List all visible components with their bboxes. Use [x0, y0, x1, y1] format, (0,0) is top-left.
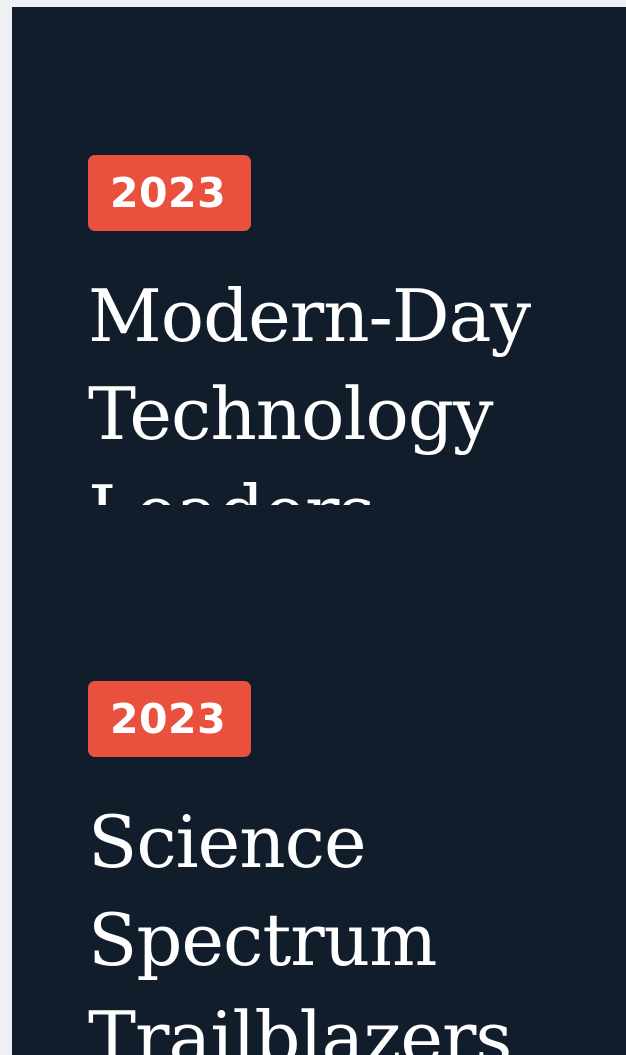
- article-title[interactable]: Science Spectrum Trailblazers: [88, 793, 608, 1055]
- article-list-panel: 2023 Modern-Day Technology Leaders 2023 …: [12, 7, 626, 1055]
- article-card-technology-leaders[interactable]: 2023 Modern-Day Technology Leaders: [88, 155, 608, 505]
- year-badge: 2023: [88, 681, 252, 757]
- article-title[interactable]: Modern-Day Technology Leaders: [88, 267, 608, 505]
- year-badge: 2023: [88, 155, 252, 231]
- article-card-science-trailblazers[interactable]: 2023 Science Spectrum Trailblazers: [88, 681, 608, 1055]
